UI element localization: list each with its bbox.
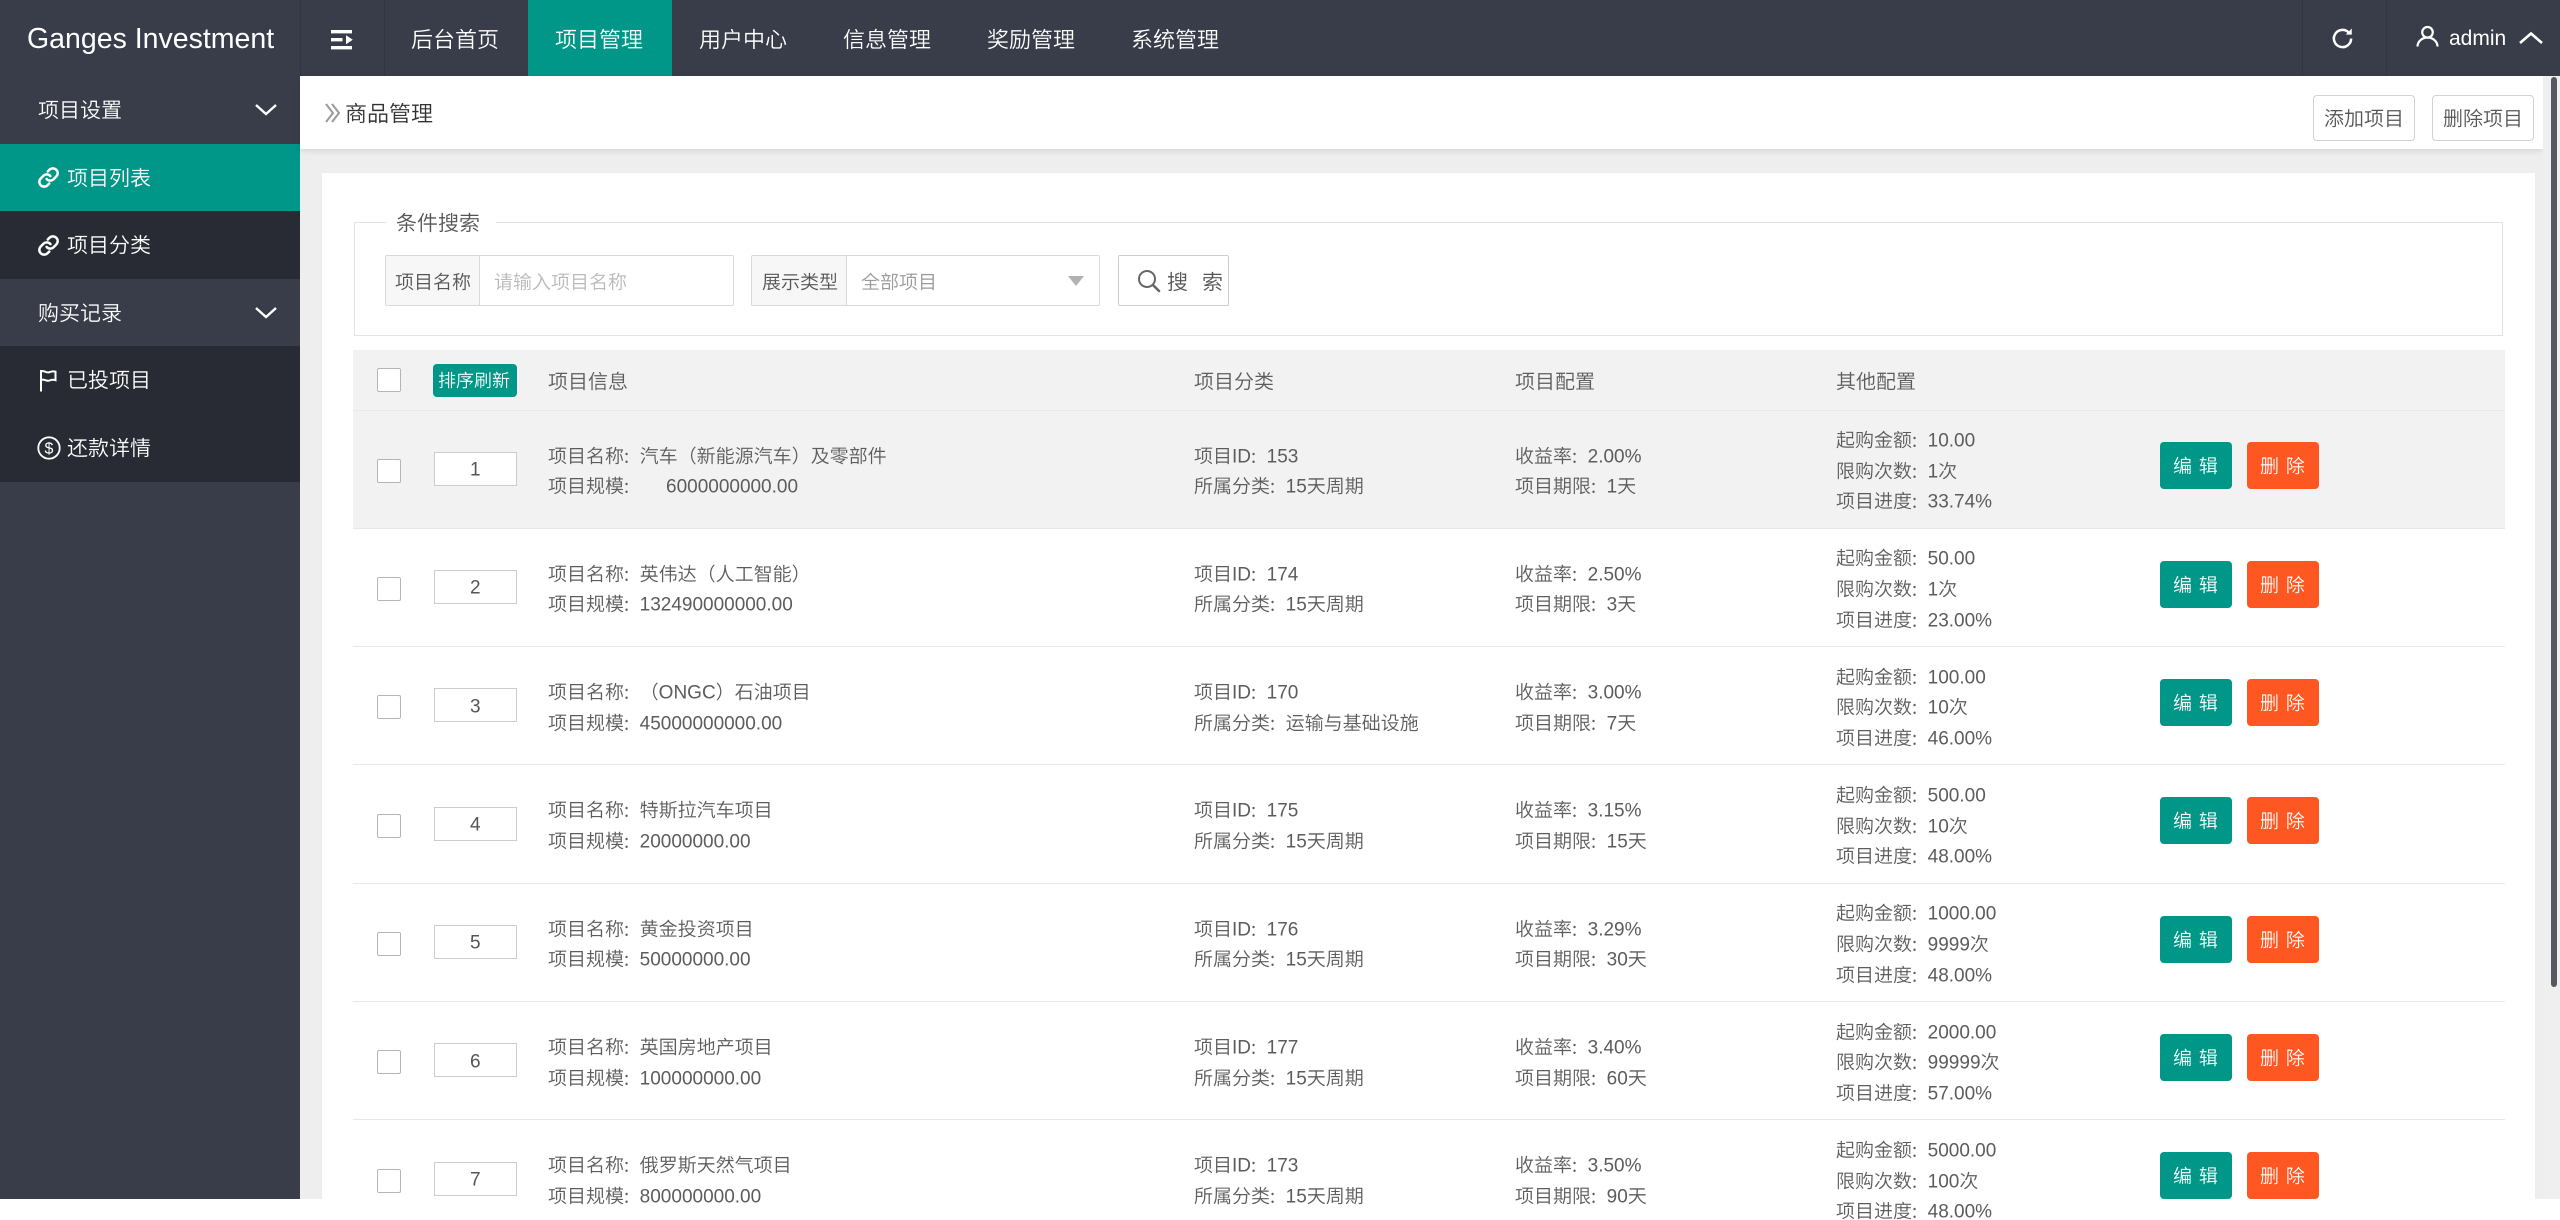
svg-text:ID: ID xyxy=(1232,565,1251,586)
svg-text:500.00: 500.00 xyxy=(1928,786,1986,807)
svg-text:15: 15 xyxy=(1286,477,1307,498)
svg-text:ID: ID xyxy=(1232,1038,1251,1059)
svg-text:10: 10 xyxy=(1928,816,1949,837)
svg-text:33.74%: 33.74% xyxy=(1928,492,1993,513)
svg-text:3.00%: 3.00% xyxy=(1588,683,1642,704)
svg-text:99999: 99999 xyxy=(1928,1053,1981,1074)
svg-text:30: 30 xyxy=(1607,950,1628,971)
svg-text:3.40%: 3.40% xyxy=(1588,1038,1642,1059)
svg-text:6000000000.00: 6000000000.00 xyxy=(666,477,798,498)
svg-text:57.00%: 57.00% xyxy=(1928,1084,1993,1105)
svg-text:15: 15 xyxy=(1286,950,1307,971)
svg-text:1000.00: 1000.00 xyxy=(1928,904,1997,925)
svg-text:ONGC: ONGC xyxy=(659,683,716,704)
svg-text:9999: 9999 xyxy=(1928,935,1970,956)
svg-text:177: 177 xyxy=(1267,1038,1299,1059)
svg-text:2000.00: 2000.00 xyxy=(1928,1022,1997,1043)
svg-text:ID: ID xyxy=(1232,446,1251,467)
svg-text:174: 174 xyxy=(1267,565,1299,586)
svg-text:15: 15 xyxy=(1286,1187,1307,1208)
svg-text:60: 60 xyxy=(1607,1068,1628,1089)
svg-text:3.29%: 3.29% xyxy=(1588,920,1642,941)
svg-text:1: 1 xyxy=(470,460,481,481)
svg-text:1: 1 xyxy=(1928,461,1939,482)
svg-text:5: 5 xyxy=(470,933,481,954)
svg-text:$: $ xyxy=(45,440,54,457)
svg-text:800000000.00: 800000000.00 xyxy=(640,1187,762,1208)
svg-text:1: 1 xyxy=(1607,477,1618,498)
svg-text:10.00: 10.00 xyxy=(1928,431,1976,452)
svg-text:5000.00: 5000.00 xyxy=(1928,1141,1997,1162)
svg-text:50.00: 50.00 xyxy=(1928,549,1976,570)
svg-text:2.50%: 2.50% xyxy=(1588,565,1642,586)
svg-text:7: 7 xyxy=(1607,714,1618,735)
svg-text:2: 2 xyxy=(470,578,481,599)
svg-text:100000000.00: 100000000.00 xyxy=(640,1068,762,1089)
svg-text:1: 1 xyxy=(1928,580,1939,601)
svg-text:90: 90 xyxy=(1607,1187,1628,1208)
svg-text:4: 4 xyxy=(470,815,481,836)
svg-text:2.00%: 2.00% xyxy=(1588,446,1642,467)
svg-text:100: 100 xyxy=(1928,1171,1960,1192)
svg-text:15: 15 xyxy=(1607,832,1628,853)
svg-text:6: 6 xyxy=(470,1051,481,1072)
svg-text:132490000000.00: 132490000000.00 xyxy=(640,595,793,616)
svg-text:173: 173 xyxy=(1267,1156,1299,1177)
svg-text:153: 153 xyxy=(1267,446,1299,467)
svg-text:48.00%: 48.00% xyxy=(1928,1202,1993,1220)
svg-text:3: 3 xyxy=(1607,595,1618,616)
svg-text:48.00%: 48.00% xyxy=(1928,965,1993,986)
svg-text:50000000.00: 50000000.00 xyxy=(640,950,751,971)
svg-text:46.00%: 46.00% xyxy=(1928,729,1993,750)
svg-text:20000000.00: 20000000.00 xyxy=(640,832,751,853)
svg-text:170: 170 xyxy=(1267,683,1299,704)
svg-text:100.00: 100.00 xyxy=(1928,667,1986,688)
svg-text:15: 15 xyxy=(1286,832,1307,853)
svg-text:ID: ID xyxy=(1232,683,1251,704)
svg-text:ID: ID xyxy=(1232,1156,1251,1177)
svg-text:176: 176 xyxy=(1267,920,1299,941)
svg-text:15: 15 xyxy=(1286,595,1307,616)
svg-text:3.50%: 3.50% xyxy=(1588,1156,1642,1177)
svg-text:10: 10 xyxy=(1928,698,1949,719)
svg-text:ID: ID xyxy=(1232,920,1251,941)
svg-text:15: 15 xyxy=(1286,1068,1307,1089)
svg-text:3: 3 xyxy=(470,697,481,718)
svg-text:23.00%: 23.00% xyxy=(1928,610,1993,631)
svg-text:3.15%: 3.15% xyxy=(1588,801,1642,822)
svg-text:7: 7 xyxy=(470,1170,481,1191)
svg-text:48.00%: 48.00% xyxy=(1928,847,1993,868)
svg-text:45000000000.00: 45000000000.00 xyxy=(640,714,783,735)
svg-text:ID: ID xyxy=(1232,801,1251,822)
svg-text:175: 175 xyxy=(1267,801,1299,822)
